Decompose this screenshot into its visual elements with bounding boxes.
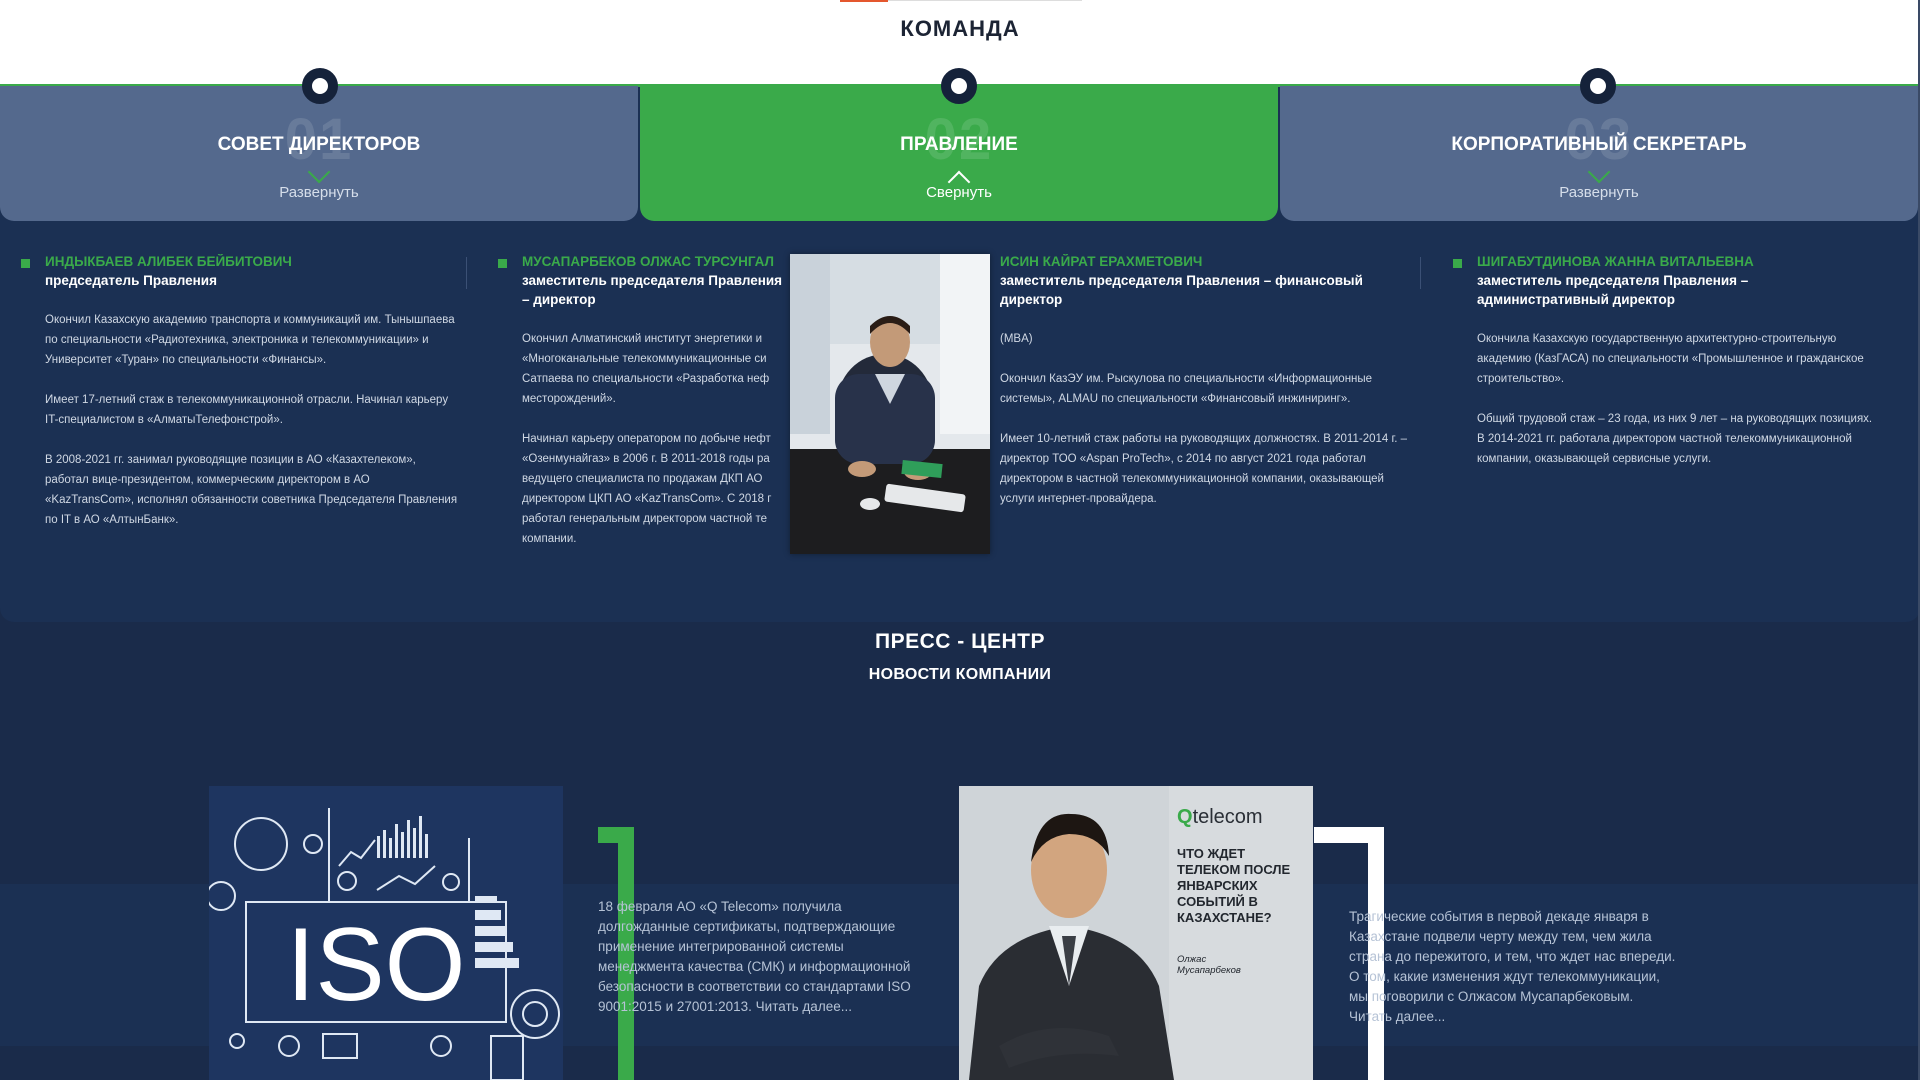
interview-photo bbox=[959, 786, 1313, 1080]
bio-paragraph: Окончил КазЭУ им. Рыскулова по специальн… bbox=[1000, 373, 1373, 405]
member-bio: Окончил Алматинский институт энергетики … bbox=[522, 309, 790, 549]
tab-title: КОРПОРАТИВНЫЙ СЕКРЕТАРЬ bbox=[1451, 134, 1747, 155]
header-accent-line bbox=[840, 0, 888, 2]
iso-illustration: ISO bbox=[209, 786, 563, 1080]
timeline-dot bbox=[302, 68, 338, 104]
member-name: ШИГАБУТДИНОВА ЖАННА ВИТАЛЬЕВНА bbox=[1477, 254, 1754, 269]
bio-paragraph: Окончила Казахскую государственную архит… bbox=[1477, 333, 1864, 385]
member-photo bbox=[790, 254, 990, 554]
news-image-iso[interactable]: ISO bbox=[209, 786, 563, 1080]
tab-corporate-secretary[interactable]: 03 КОРПОРАТИВНЫЙ СЕКРЕТАРЬ Развернуть bbox=[1280, 86, 1918, 221]
person-at-desk-photo bbox=[790, 254, 990, 554]
bio-paragraph: Общий трудовой стаж – 23 года, из них 9 … bbox=[1477, 413, 1873, 465]
bio-paragraph: Начинал карьеру оператором по добыче неф… bbox=[522, 433, 772, 545]
member-role: заместитель председателя Правления – дир… bbox=[522, 273, 783, 307]
tab-board-of-directors[interactable]: 01 СОВЕТ ДИРЕКТОРОВ Развернуть bbox=[0, 86, 638, 221]
member-bio: (MBA) Окончил КазЭУ им. Рыскулова по спе… bbox=[1000, 329, 1410, 509]
news-image-interview[interactable]: Qtelecom ЧТО ЖДЕТ ТЕЛЕКОМ ПОСЛЕ ЯНВАРСКИ… bbox=[959, 786, 1313, 1080]
bullet-square bbox=[498, 259, 507, 268]
telecom-logo: Qtelecom bbox=[1177, 806, 1263, 828]
interview-author: Олжас Мусапарбеков bbox=[1177, 954, 1241, 976]
bio-paragraph: Имеет 17-летний стаж в телекоммуникацион… bbox=[45, 394, 449, 426]
member-role: председатель Правления bbox=[45, 273, 217, 288]
member-card: МУСАПАРБЕКОВ ОЛЖАС ТУРСУНГАЛ заместитель… bbox=[498, 254, 790, 549]
news-image-label: ISO bbox=[286, 907, 465, 1023]
member-role: заместитель председателя Правления – фин… bbox=[1000, 273, 1363, 307]
tab-title: ПРАВЛЕНИЕ bbox=[900, 134, 1018, 155]
section-title: КОМАНДА bbox=[900, 16, 1020, 41]
news-excerpt[interactable]: 18 февраля АО «Q Telecom» получила долго… bbox=[598, 897, 928, 1017]
member-bio: Окончил Казахскую академию транспорта и … bbox=[45, 310, 460, 530]
bio-paragraph: Окончил Алматинский институт энергетики … bbox=[522, 333, 770, 405]
press-center-title: ПРЕСС - ЦЕНТР bbox=[875, 630, 1045, 653]
tab-toggle-link[interactable]: Развернуть bbox=[0, 184, 638, 201]
member-name: ИНДЫКБАЕВ АЛИБЕК БЕЙБИТОВИЧ bbox=[45, 254, 292, 269]
bio-paragraph: (MBA) bbox=[1000, 333, 1033, 345]
member-name: ИСИН КАЙРАТ ЕРАХМЕТОВИЧ bbox=[1000, 254, 1203, 269]
member-role: заместитель председателя Правления – адм… bbox=[1477, 273, 1749, 307]
news-excerpt[interactable]: Трагические события в первой декаде янва… bbox=[1349, 907, 1679, 1027]
member-card: ШИГАБУТДИНОВА ЖАННА ВИТАЛЬЕВНА заместите… bbox=[1453, 254, 1882, 469]
member-card: ИНДЫКБАЕВ АЛИБЕК БЕЙБИТОВИЧ председатель… bbox=[21, 254, 460, 530]
q-logo-icon: Q bbox=[1177, 806, 1193, 828]
bullet-square bbox=[21, 259, 30, 268]
bio-paragraph: Окончил Казахскую академию транспорта и … bbox=[45, 314, 455, 366]
company-news-subtitle: НОВОСТИ КОМПАНИИ bbox=[868, 666, 1052, 683]
interview-heading: ЧТО ЖДЕТ ТЕЛЕКОМ ПОСЛЕ ЯНВАРСКИХ СОБЫТИЙ… bbox=[1177, 846, 1291, 925]
timeline-dot bbox=[941, 68, 977, 104]
timeline-dot bbox=[1580, 68, 1616, 104]
column-divider bbox=[466, 257, 467, 289]
bullet-square bbox=[1453, 259, 1462, 268]
tab-management-board[interactable]: 02 ПРАВЛЕНИЕ Свернуть bbox=[640, 86, 1278, 221]
header-divider bbox=[888, 0, 1082, 1]
tab-toggle-link[interactable]: Развернуть bbox=[1280, 184, 1918, 201]
bio-paragraph: В 2008-2021 гг. занимал руководящие пози… bbox=[45, 454, 458, 526]
tab-title: СОВЕТ ДИРЕКТОРОВ bbox=[217, 134, 421, 155]
bio-paragraph: Имеет 10-летний стаж работы на руководящ… bbox=[1000, 433, 1408, 505]
member-name: МУСАПАРБЕКОВ ОЛЖАС ТУРСУНГАЛ bbox=[522, 254, 775, 269]
member-card: ИСИН КАЙРАТ ЕРАХМЕТОВИЧ заместитель пред… bbox=[1000, 254, 1410, 509]
tab-toggle-link[interactable]: Свернуть bbox=[640, 184, 1278, 201]
column-divider bbox=[1420, 257, 1421, 289]
member-bio: Окончила Казахскую государственную архит… bbox=[1477, 329, 1882, 469]
